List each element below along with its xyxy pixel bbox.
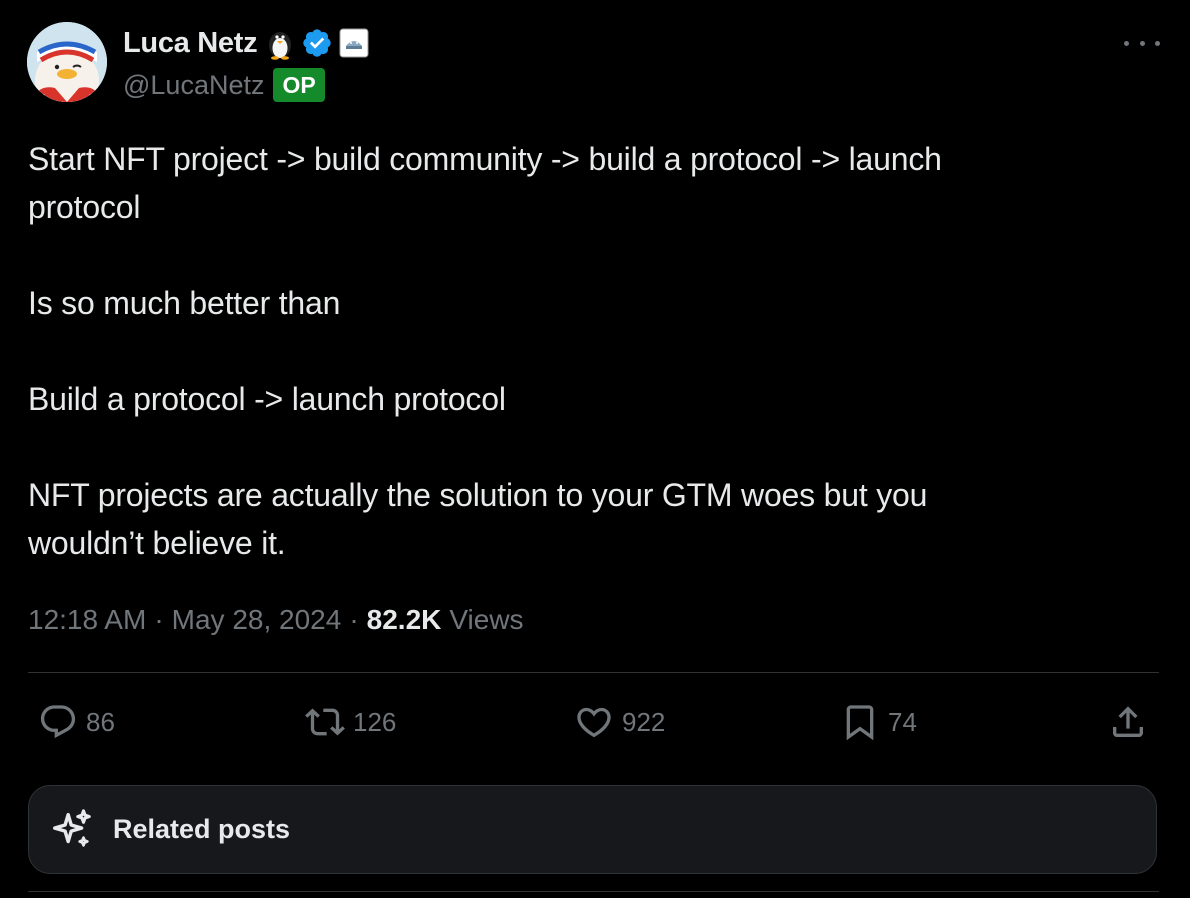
meta-separator: · (349, 604, 359, 635)
avatar[interactable] (27, 22, 107, 102)
reply-button[interactable]: 86 (38, 700, 115, 744)
like-count: 922 (622, 706, 666, 737)
author-handle-row: @LucaNetz OP (123, 66, 325, 104)
like-button[interactable]: 922 (574, 700, 665, 744)
meta-separator: · (154, 604, 164, 635)
divider (28, 891, 1159, 892)
like-icon (577, 707, 611, 738)
repost-icon (305, 708, 345, 736)
repost-count: 126 (353, 706, 397, 737)
bookmark-count: 74 (888, 706, 917, 737)
sparkle-icon (53, 808, 91, 847)
author-handle[interactable]: @LucaNetz (123, 70, 264, 101)
bookmark-icon (846, 705, 874, 741)
views-label: Views (449, 604, 524, 635)
author-display-name[interactable]: Luca Netz (123, 27, 258, 60)
share-button[interactable] (1108, 700, 1148, 744)
tweet-time[interactable]: 12:18 AM (28, 604, 146, 636)
reply-icon (40, 705, 76, 739)
more-dot (1139, 40, 1145, 46)
verified-badge-icon[interactable] (301, 27, 333, 59)
tweet-date[interactable]: May 28, 2024 (172, 604, 342, 636)
op-badge: OP (273, 68, 325, 102)
penguin-emoji-icon (265, 26, 295, 60)
tweet-meta: 12:18 AM · May 28, 2024 · 82.2K Views (28, 600, 524, 640)
views-count[interactable]: 82.2K (367, 604, 442, 636)
author-name-row: Luca Netz (123, 24, 369, 62)
related-posts-label: Related posts (113, 814, 291, 844)
bookmark-button[interactable]: 74 (840, 700, 917, 744)
repost-button[interactable]: 126 (305, 700, 396, 744)
more-dot (1155, 40, 1160, 46)
more-icon[interactable] (1124, 30, 1160, 56)
reply-count: 86 (86, 706, 115, 737)
affiliate-badge-icon[interactable] (339, 28, 369, 58)
share-icon (1113, 706, 1143, 737)
divider (28, 672, 1159, 673)
related-posts-button[interactable]: Related posts (28, 785, 1157, 874)
more-dot (1124, 40, 1129, 46)
tweet-text: Start NFT project -> build community -> … (28, 141, 942, 561)
